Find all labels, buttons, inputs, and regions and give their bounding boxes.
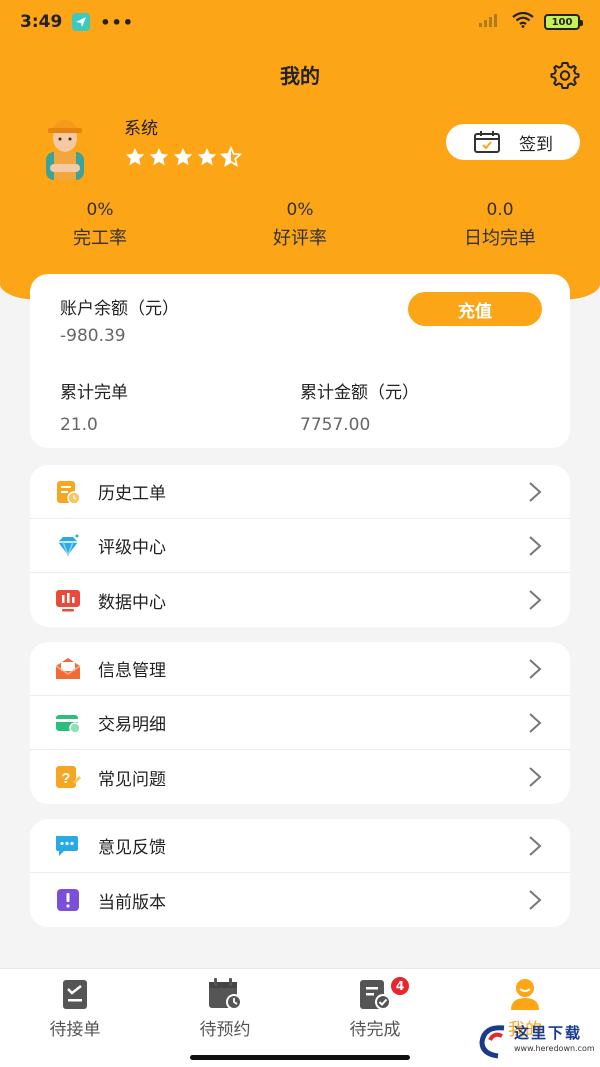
gear-icon[interactable] (550, 60, 580, 90)
menu-item-faq[interactable]: ? 常见问题 (30, 750, 570, 804)
watermark-logo (479, 1025, 505, 1059)
star-icon (197, 147, 217, 166)
menu-label: 信息管理 (98, 661, 166, 681)
menu-item-feedback[interactable]: 意见反馈 (30, 819, 570, 873)
status-bar: 3:49 ••• 100 (0, 0, 600, 44)
clipboard-check-icon (63, 980, 87, 1009)
total-orders: 累计完单 21.0 (60, 378, 128, 435)
balance-label: 账户余额（元） (60, 299, 179, 319)
menu-label: 评级中心 (98, 538, 166, 558)
battery-indicator: 100 (544, 14, 583, 30)
chevron-right-icon (529, 481, 542, 502)
star-icon (173, 147, 193, 166)
watermark-text: 这里下载 (514, 1024, 583, 1042)
title-bar: 我的 (0, 52, 600, 96)
wifi-icon (512, 11, 534, 33)
stat-value: 0.0 (486, 200, 514, 220)
account-card: 账户余额（元） -980.39 充值 累计完单 21.0 累计金额（元） 775… (30, 274, 570, 448)
tab-pending-complete[interactable]: 待完成 4 (300, 969, 450, 1067)
menu-item-rating-center[interactable]: 评级中心 (30, 519, 570, 573)
menu-label: 交易明细 (98, 715, 166, 735)
feedback-icon (56, 835, 78, 856)
user-name: 系统 (124, 119, 158, 139)
chevron-right-icon (529, 712, 542, 733)
diamond-icon (58, 534, 79, 557)
stat-daily-orders: 0.0 日均完单 (400, 200, 600, 250)
menu-item-data-center[interactable]: 数据中心 (30, 573, 570, 627)
rating-stars (124, 146, 242, 168)
chevron-right-icon (529, 767, 542, 787)
recharge-button[interactable]: 充值 (408, 292, 542, 326)
clipboard-done-icon (360, 980, 391, 1010)
total-orders-value: 21.0 (60, 415, 98, 435)
half-star-icon (220, 146, 242, 167)
home-indicator (190, 1055, 410, 1060)
chevron-right-icon (529, 535, 542, 556)
total-amount-label: 累计金额（元） (300, 383, 419, 403)
signin-label: 签到 (519, 134, 553, 155)
watermark-url: www.heredown.com (514, 1044, 595, 1053)
stat-label: 完工率 (73, 228, 127, 249)
star-icon (125, 147, 145, 166)
watermark: 这里下载 www.heredown.com (476, 1020, 596, 1064)
notification-badge: 4 (389, 975, 411, 997)
menu-item-transactions[interactable]: 交易明细 (30, 696, 570, 750)
history-orders-icon (57, 480, 81, 505)
menu-group-3: 意见反馈 当前版本 (30, 819, 570, 927)
chevron-right-icon (529, 658, 542, 679)
stats-row: 0% 完工率 0% 好评率 0.0 日均完单 (0, 200, 600, 250)
menu-item-version[interactable]: 当前版本 (30, 873, 570, 927)
status-time: 3:49 (20, 12, 63, 32)
data-chart-icon (56, 590, 80, 612)
menu-item-history-orders[interactable]: 历史工单 (30, 465, 570, 519)
calendar-clock-icon (209, 978, 242, 1010)
menu-label: 意见反馈 (98, 838, 166, 858)
total-amount-value: 7757.00 (300, 415, 371, 435)
total-orders-label: 累计完单 (60, 383, 128, 403)
stat-label: 好评率 (273, 228, 327, 249)
profile-section: 系统 签到 (30, 106, 580, 186)
stat-value: 0% (86, 200, 114, 220)
menu-group-2: 信息管理 交易明细 ? 常见问题 (30, 642, 570, 804)
stat-praise-rate: 0% 好评率 (200, 200, 400, 250)
svg-text:?: ? (61, 770, 70, 787)
person-icon (511, 979, 539, 1010)
stat-label: 日均完单 (464, 228, 536, 249)
menu-label: 数据中心 (98, 592, 166, 613)
stat-completion-rate: 0% 完工率 (0, 200, 200, 250)
chevron-right-icon (529, 835, 542, 856)
balance-value: -980.39 (60, 326, 126, 346)
tab-label: 待完成 (349, 1020, 401, 1040)
menu-label: 当前版本 (98, 892, 166, 913)
question-icon: ? (56, 766, 82, 788)
calendar-check-icon (474, 131, 500, 153)
signin-button[interactable]: 签到 (446, 124, 580, 160)
total-amount: 累计金额（元） 7757.00 (300, 378, 419, 435)
menu-label: 历史工单 (98, 484, 166, 504)
star-icon (149, 147, 169, 166)
tab-pending-accept[interactable]: 待接单 (0, 969, 150, 1067)
chevron-right-icon (529, 590, 542, 610)
signal-icon (478, 12, 502, 32)
more-dots: ••• (100, 12, 134, 32)
avatar (34, 106, 96, 180)
card-icon (56, 714, 81, 734)
page-title: 我的 (280, 63, 320, 88)
tab-label: 待预约 (199, 1020, 251, 1040)
mail-icon (55, 657, 81, 679)
location-arrow-icon (72, 13, 91, 31)
tab-pending-appointment[interactable]: 待预约 (150, 969, 300, 1067)
menu-group-1: 历史工单 评级中心 数据中心 (30, 465, 570, 627)
version-icon (57, 889, 79, 911)
menu-label: 常见问题 (98, 769, 166, 790)
stat-value: 0% (286, 200, 314, 220)
tab-label: 待接单 (49, 1020, 101, 1040)
chevron-right-icon (529, 890, 542, 910)
menu-item-info-management[interactable]: 信息管理 (30, 642, 570, 696)
